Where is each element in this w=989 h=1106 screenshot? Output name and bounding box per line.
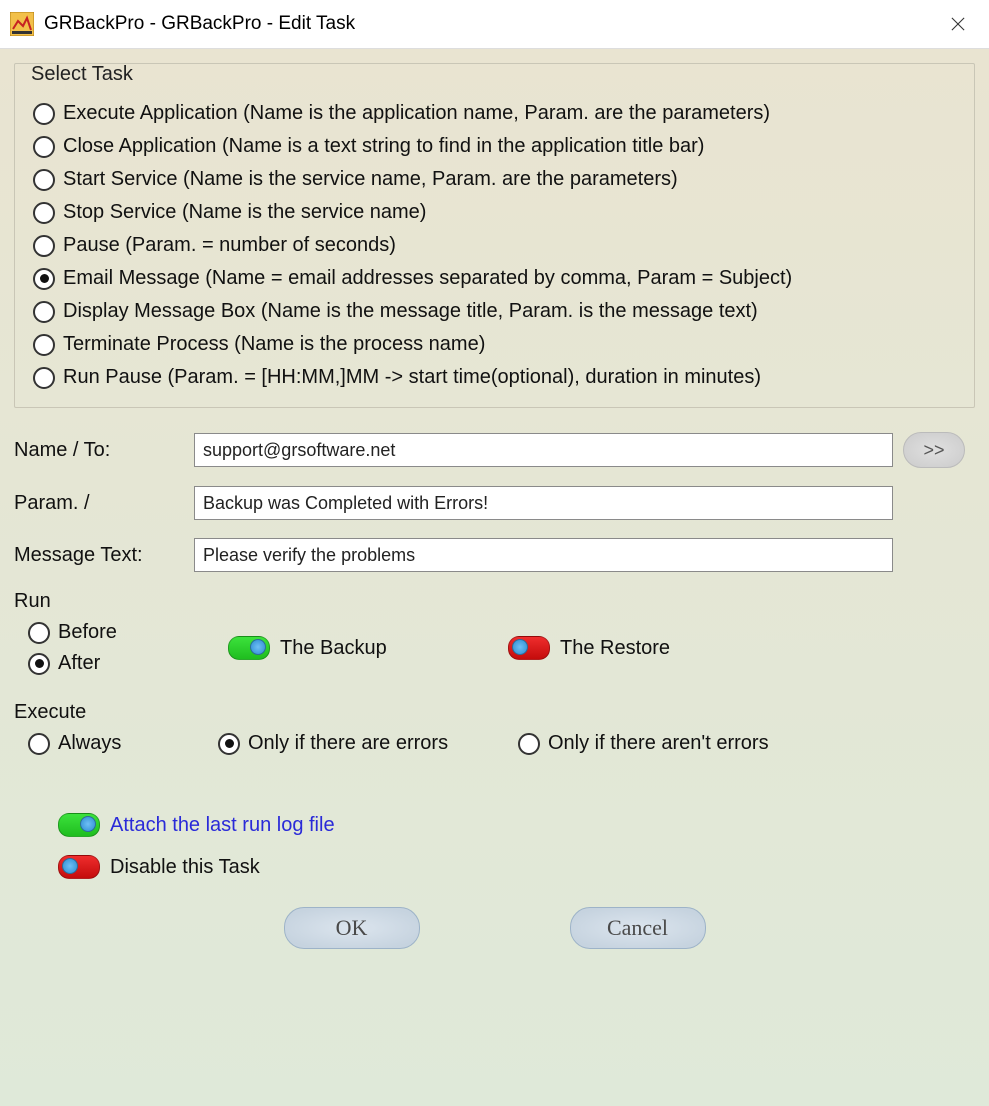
execute-legend: Execute [14, 701, 975, 724]
attach-log-row: Attach the last run log file [58, 813, 975, 837]
select-task-group: Select Task Execute Application (Name is… [14, 63, 975, 408]
name-row: Name / To: >> [14, 432, 975, 468]
disable-task-row: Disable this Task [58, 855, 975, 879]
param-row: Param. / [14, 486, 975, 520]
execute-option-label: Always [58, 732, 121, 755]
close-button[interactable] [935, 0, 981, 48]
the-backup-toggle[interactable] [228, 636, 270, 660]
task-option-label: Email Message (Name = email addresses se… [63, 267, 792, 290]
task-option-label: Pause (Param. = number of seconds) [63, 234, 396, 257]
the-backup-label: The Backup [280, 637, 387, 660]
run-legend: Run [14, 590, 975, 613]
attach-log-toggle[interactable] [58, 813, 100, 837]
radio-icon [33, 367, 55, 389]
task-option-close-application[interactable]: Close Application (Name is a text string… [33, 135, 956, 158]
run-before-label: Before [58, 621, 117, 644]
disable-task-label: Disable this Task [110, 856, 260, 879]
execute-only-errors-option[interactable]: Only if there are errors [218, 732, 518, 755]
close-icon [951, 17, 965, 31]
task-option-label: Display Message Box (Name is the message… [63, 300, 758, 323]
disable-task-toggle[interactable] [58, 855, 100, 879]
radio-icon [218, 733, 240, 755]
execute-only-no-errors-option[interactable]: Only if there aren't errors [518, 732, 818, 755]
the-backup-option: The Backup [228, 636, 508, 660]
task-option-label: Stop Service (Name is the service name) [63, 201, 426, 224]
task-option-display-message-box[interactable]: Display Message Box (Name is the message… [33, 300, 956, 323]
the-restore-toggle[interactable] [508, 636, 550, 660]
run-after-label: After [58, 652, 100, 675]
dialog-body: Select Task Execute Application (Name is… [0, 49, 989, 1106]
name-input[interactable] [194, 433, 893, 467]
message-text-label: Message Text: [14, 544, 184, 567]
app-icon [10, 12, 34, 36]
task-option-stop-service[interactable]: Stop Service (Name is the service name) [33, 201, 956, 224]
radio-icon [33, 235, 55, 257]
run-before-option[interactable]: Before [28, 621, 228, 644]
cancel-button[interactable]: Cancel [570, 907, 706, 949]
titlebar: GRBackPro - GRBackPro - Edit Task [0, 0, 989, 49]
task-option-run-pause[interactable]: Run Pause (Param. = [HH:MM,]MM -> start … [33, 366, 956, 389]
message-text-input[interactable] [194, 538, 893, 572]
browse-button[interactable]: >> [903, 432, 965, 468]
attach-log-label: Attach the last run log file [110, 814, 335, 837]
task-option-terminate-process[interactable]: Terminate Process (Name is the process n… [33, 333, 956, 356]
radio-icon [33, 268, 55, 290]
radio-icon [28, 653, 50, 675]
run-section: Run Before After The Backup [14, 590, 975, 675]
task-option-label: Start Service (Name is the service name,… [63, 168, 678, 191]
task-option-start-service[interactable]: Start Service (Name is the service name,… [33, 168, 956, 191]
execute-option-label: Only if there aren't errors [548, 732, 769, 755]
dialog-buttons: OK Cancel [14, 907, 975, 949]
radio-icon [33, 169, 55, 191]
task-option-email-message[interactable]: Email Message (Name = email addresses se… [33, 267, 956, 290]
ok-button[interactable]: OK [284, 907, 420, 949]
window-root: GRBackPro - GRBackPro - Edit Task Select… [0, 0, 989, 1106]
the-restore-label: The Restore [560, 637, 670, 660]
param-label: Param. / [14, 492, 184, 515]
window-title: GRBackPro - GRBackPro - Edit Task [44, 13, 355, 35]
form-rows: Name / To: >> Param. / Message Text: [14, 432, 975, 572]
execute-always-option[interactable]: Always [28, 732, 218, 755]
radio-icon [33, 202, 55, 224]
radio-icon [28, 733, 50, 755]
select-task-list: Execute Application (Name is the applica… [33, 102, 956, 389]
execute-section: Execute Always Only if there are errors … [14, 701, 975, 755]
task-option-label: Terminate Process (Name is the process n… [63, 333, 485, 356]
name-label: Name / To: [14, 439, 184, 462]
radio-icon [518, 733, 540, 755]
message-text-row: Message Text: [14, 538, 975, 572]
execute-option-label: Only if there are errors [248, 732, 448, 755]
radio-icon [33, 301, 55, 323]
task-option-execute-application[interactable]: Execute Application (Name is the applica… [33, 102, 956, 125]
radio-icon [28, 622, 50, 644]
task-option-pause[interactable]: Pause (Param. = number of seconds) [33, 234, 956, 257]
task-option-label: Close Application (Name is a text string… [63, 135, 704, 158]
select-task-legend: Select Task [25, 63, 139, 86]
radio-icon [33, 334, 55, 356]
param-input[interactable] [194, 486, 893, 520]
the-restore-option: The Restore [508, 636, 788, 660]
radio-icon [33, 136, 55, 158]
task-option-label: Execute Application (Name is the applica… [63, 102, 770, 125]
task-option-label: Run Pause (Param. = [HH:MM,]MM -> start … [63, 366, 761, 389]
run-after-option[interactable]: After [28, 652, 228, 675]
radio-icon [33, 103, 55, 125]
